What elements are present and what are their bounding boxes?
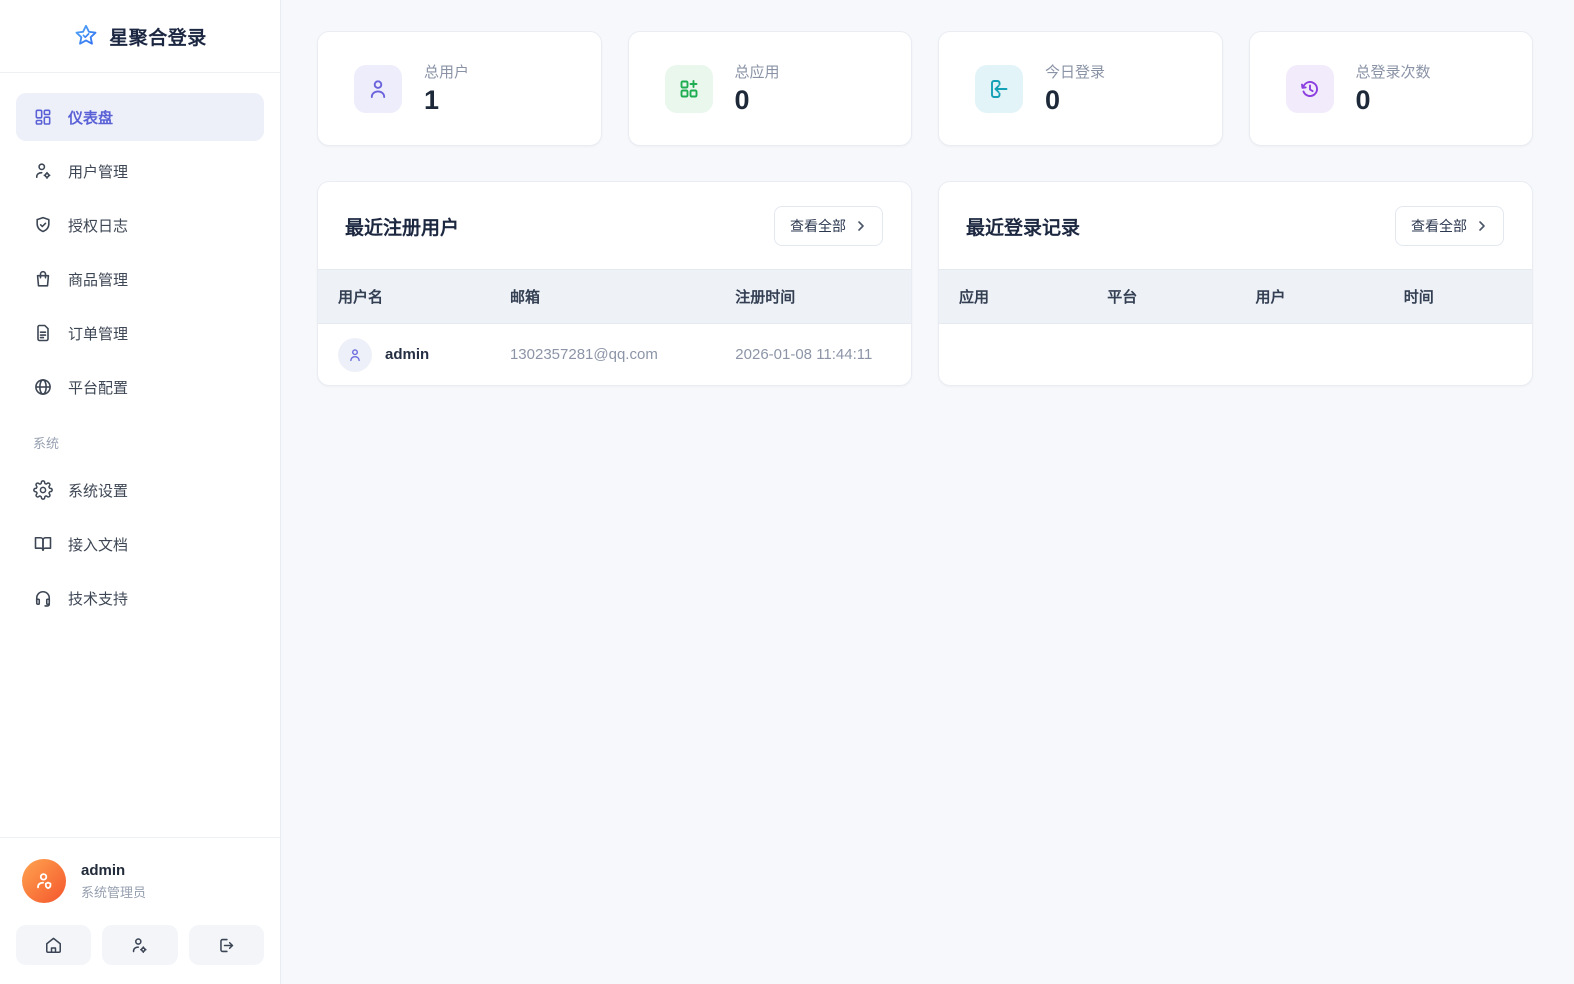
sidebar-item-platform-config[interactable]: 平台配置 bbox=[16, 363, 264, 411]
stat-value: 0 bbox=[1045, 85, 1105, 116]
column-header: 时间 bbox=[1384, 286, 1532, 307]
cell-register-time: 2026-01-08 11:44:11 bbox=[715, 346, 911, 363]
home-button[interactable] bbox=[16, 925, 91, 965]
shield-check-icon bbox=[33, 215, 53, 235]
profile-settings-button[interactable] bbox=[102, 925, 177, 965]
sidebar-item-dashboard[interactable]: 仪表盘 bbox=[16, 93, 264, 141]
star-badge-icon bbox=[73, 23, 99, 49]
stat-label: 总登录次数 bbox=[1356, 61, 1431, 82]
sidebar-item-system-settings[interactable]: 系统设置 bbox=[16, 466, 264, 514]
user-gear-icon bbox=[130, 936, 149, 955]
document-icon bbox=[33, 323, 53, 343]
sidebar-item-docs[interactable]: 接入文档 bbox=[16, 520, 264, 568]
footer-buttons bbox=[16, 925, 264, 965]
shopping-bag-icon bbox=[33, 269, 53, 289]
logins-table-header: 应用 平台 用户 时间 bbox=[939, 269, 1532, 324]
dashboard-panels: 最近注册用户 查看全部 用户名 邮箱 注册时间 bbox=[317, 181, 1533, 386]
gear-icon bbox=[33, 480, 53, 500]
clock-history-icon bbox=[1286, 65, 1334, 113]
column-header: 用户 bbox=[1236, 286, 1384, 307]
column-header: 用户名 bbox=[318, 286, 490, 307]
stat-cards: 总用户 1 总应用 0 bbox=[317, 31, 1533, 146]
view-all-logins-button[interactable]: 查看全部 bbox=[1395, 206, 1504, 246]
stat-label: 总用户 bbox=[424, 61, 469, 82]
book-open-icon bbox=[33, 534, 53, 554]
sidebar-item-users[interactable]: 用户管理 bbox=[16, 147, 264, 195]
user-name: admin bbox=[81, 862, 146, 879]
home-icon bbox=[44, 936, 63, 955]
sidebar-item-orders[interactable]: 订单管理 bbox=[16, 309, 264, 357]
main-content: 总用户 1 总应用 0 bbox=[281, 0, 1574, 984]
stat-card-total-users: 总用户 1 bbox=[317, 31, 602, 146]
globe-icon bbox=[33, 377, 53, 397]
panel-title: 最近注册用户 bbox=[345, 213, 459, 240]
view-all-label: 查看全部 bbox=[790, 216, 846, 236]
sidebar-item-support[interactable]: 技术支持 bbox=[16, 574, 264, 622]
logout-icon bbox=[217, 936, 236, 955]
column-header: 应用 bbox=[939, 286, 1087, 307]
headset-icon bbox=[33, 588, 53, 608]
column-header: 平台 bbox=[1087, 286, 1235, 307]
recent-logins-panel: 最近登录记录 查看全部 应用 平台 用户 时间 bbox=[938, 181, 1533, 386]
empty-table-body bbox=[939, 324, 1532, 385]
sidebar-footer: admin 系统管理员 bbox=[0, 837, 280, 984]
stat-value: 1 bbox=[424, 85, 469, 116]
stat-label: 总应用 bbox=[735, 61, 780, 82]
current-user: admin 系统管理员 bbox=[16, 859, 264, 903]
cell-username: admin bbox=[385, 346, 429, 363]
app-logo: 星聚合登录 bbox=[0, 0, 280, 73]
column-header: 注册时间 bbox=[715, 286, 911, 307]
sidebar-item-label: 系统设置 bbox=[68, 480, 128, 501]
sidebar-item-label: 平台配置 bbox=[68, 377, 128, 398]
user-icon bbox=[338, 338, 372, 372]
logout-button[interactable] bbox=[189, 925, 264, 965]
users-table-header: 用户名 邮箱 注册时间 bbox=[318, 269, 911, 324]
user-role: 系统管理员 bbox=[81, 882, 146, 901]
stat-label: 今日登录 bbox=[1045, 61, 1105, 82]
app-title: 星聚合登录 bbox=[109, 23, 207, 50]
stat-value: 0 bbox=[735, 85, 780, 116]
stat-value: 0 bbox=[1356, 85, 1431, 116]
column-header: 邮箱 bbox=[490, 286, 715, 307]
dashboard-icon bbox=[33, 107, 53, 127]
sidebar-nav: 仪表盘 用户管理 授权日志 bbox=[0, 73, 280, 628]
sidebar-item-label: 授权日志 bbox=[68, 215, 128, 236]
user-icon bbox=[354, 65, 402, 113]
sidebar-item-label: 技术支持 bbox=[68, 588, 128, 609]
avatar bbox=[22, 859, 66, 903]
chevron-right-icon bbox=[1476, 220, 1488, 232]
sidebar-item-label: 订单管理 bbox=[68, 323, 128, 344]
login-icon bbox=[975, 65, 1023, 113]
view-all-users-button[interactable]: 查看全部 bbox=[774, 206, 883, 246]
sidebar-item-products[interactable]: 商品管理 bbox=[16, 255, 264, 303]
sidebar-item-label: 商品管理 bbox=[68, 269, 128, 290]
stat-card-total-apps: 总应用 0 bbox=[628, 31, 913, 146]
sidebar-item-label: 仪表盘 bbox=[68, 107, 113, 128]
sidebar: 星聚合登录 仪表盘 用户 bbox=[0, 0, 281, 984]
cell-email: 1302357281@qq.com bbox=[490, 346, 715, 363]
chevron-right-icon bbox=[855, 220, 867, 232]
stat-card-total-logins: 总登录次数 0 bbox=[1249, 31, 1534, 146]
sidebar-item-auth-logs[interactable]: 授权日志 bbox=[16, 201, 264, 249]
user-gear-icon bbox=[33, 161, 53, 181]
recent-users-panel: 最近注册用户 查看全部 用户名 邮箱 注册时间 bbox=[317, 181, 912, 386]
table-row[interactable]: admin 1302357281@qq.com 2026-01-08 11:44… bbox=[318, 324, 911, 385]
sidebar-item-label: 接入文档 bbox=[68, 534, 128, 555]
grid-plus-icon bbox=[665, 65, 713, 113]
sidebar-section-system: 系统 bbox=[16, 417, 264, 466]
view-all-label: 查看全部 bbox=[1411, 216, 1467, 236]
sidebar-item-label: 用户管理 bbox=[68, 161, 128, 182]
panel-title: 最近登录记录 bbox=[966, 213, 1080, 240]
stat-card-today-logins: 今日登录 0 bbox=[938, 31, 1223, 146]
